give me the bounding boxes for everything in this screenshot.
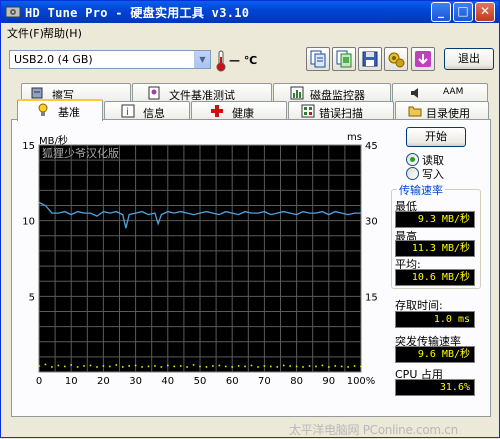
access-time-point xyxy=(282,364,285,367)
access-time-point xyxy=(347,366,349,368)
x-tick-label: 90 xyxy=(322,376,335,387)
avg-value: 10.6 MB/秒 xyxy=(395,269,475,286)
access-time-value: 1.0 ms xyxy=(395,311,475,328)
x-tick-label: 50 xyxy=(194,376,207,387)
x-tick-label: 70 xyxy=(258,376,271,387)
access-time-point xyxy=(321,364,324,367)
access-time-point xyxy=(340,365,343,368)
chart-grid xyxy=(39,145,361,372)
access-time-point xyxy=(160,366,163,368)
access-time-point xyxy=(302,366,304,368)
access-time-point xyxy=(115,364,118,366)
burst-rate-value: 9.6 MB/秒 xyxy=(395,346,475,363)
access-time-point xyxy=(96,366,98,368)
access-time-point xyxy=(51,366,53,368)
access-time-point xyxy=(167,364,169,367)
read-radio[interactable] xyxy=(406,153,419,166)
access-time-point xyxy=(128,365,130,367)
access-time-point xyxy=(231,366,233,368)
access-time-point xyxy=(38,365,40,367)
x-tick-label: 80 xyxy=(290,376,303,387)
x-tick-label: 20 xyxy=(97,376,110,387)
access-time-point xyxy=(173,365,176,368)
x-tick-label: 100% xyxy=(347,376,376,387)
radio-selected-dot xyxy=(410,157,415,162)
access-time-point xyxy=(257,366,259,368)
access-time-point xyxy=(353,365,356,367)
x-tick-label: 60 xyxy=(226,376,239,387)
access-time-point xyxy=(212,365,214,367)
x-tick-label: 0 xyxy=(36,376,42,387)
access-time-point xyxy=(295,365,298,368)
y2-tick-label: 30 xyxy=(365,217,378,228)
app-window: HD Tune Pro - 硬盘实用工具 v3.10 _ □ ✕ 文件(F) 帮… xyxy=(0,0,500,438)
access-time-point xyxy=(57,364,60,367)
access-time-point xyxy=(186,366,188,368)
access-time-point xyxy=(154,365,156,367)
y-tick-label: 10 xyxy=(22,217,35,228)
watermark-text: 太平洋电脑网 PConline.com.cn xyxy=(289,423,458,437)
access-time-point xyxy=(315,365,317,368)
access-time-point xyxy=(199,365,201,368)
access-time-point xyxy=(147,365,150,368)
chart-overlay-text: 狐狸少爷汉化版 xyxy=(42,146,119,160)
transfer-rate-title: 传输速率 xyxy=(397,182,445,198)
access-time-point xyxy=(250,364,253,367)
access-time-point xyxy=(224,365,227,368)
access-time-point xyxy=(334,365,337,367)
access-time-point xyxy=(63,365,66,368)
access-time-point xyxy=(263,365,266,367)
access-time-point xyxy=(328,366,330,368)
x-tick-label: 30 xyxy=(129,376,142,387)
access-time-point xyxy=(237,365,240,367)
access-time-point xyxy=(109,365,111,368)
min-value: 9.3 MB/秒 xyxy=(395,211,475,228)
write-radio-label[interactable]: 写入 xyxy=(422,166,444,182)
access-time-point xyxy=(76,366,79,368)
access-time-point xyxy=(70,364,72,366)
max-value: 11.3 MB/秒 xyxy=(395,240,475,257)
access-time-point xyxy=(205,366,208,368)
y-tick-label: 15 xyxy=(22,141,35,152)
access-time-point xyxy=(89,364,92,367)
start-button[interactable]: 开始 xyxy=(406,127,466,147)
cpu-usage-value: 31.6% xyxy=(395,379,475,396)
y2-tick-label: 15 xyxy=(365,292,378,303)
access-time-point xyxy=(83,365,85,367)
access-time-point xyxy=(121,366,124,368)
y-tick-label: 5 xyxy=(29,292,35,303)
y2-tick-label: 45 xyxy=(365,141,378,152)
access-time-point xyxy=(244,365,246,368)
access-time-point xyxy=(218,364,221,367)
side-panel: 开始 读取 写入 传输速率 最低 9.3 MB/秒 最高 11.3 MB/秒 平… xyxy=(389,123,489,415)
benchmark-icon xyxy=(38,103,48,116)
x-tick-label: 10 xyxy=(65,376,78,387)
write-radio[interactable] xyxy=(406,167,419,180)
access-time-point xyxy=(360,365,362,368)
tab-benchmark-label: 基准 xyxy=(58,106,80,119)
x-tick-label: 40 xyxy=(161,376,174,387)
access-time-point xyxy=(270,365,272,368)
access-time-point xyxy=(134,364,137,367)
access-time-point xyxy=(141,366,143,368)
access-time-point xyxy=(179,365,182,367)
access-time-point xyxy=(192,364,195,366)
access-time-point xyxy=(276,366,279,368)
access-time-point xyxy=(44,363,47,366)
access-time-point xyxy=(102,365,105,367)
access-time-point xyxy=(308,365,311,367)
access-time-point xyxy=(289,365,291,367)
tab-benchmark[interactable]: 基准 xyxy=(17,99,103,121)
